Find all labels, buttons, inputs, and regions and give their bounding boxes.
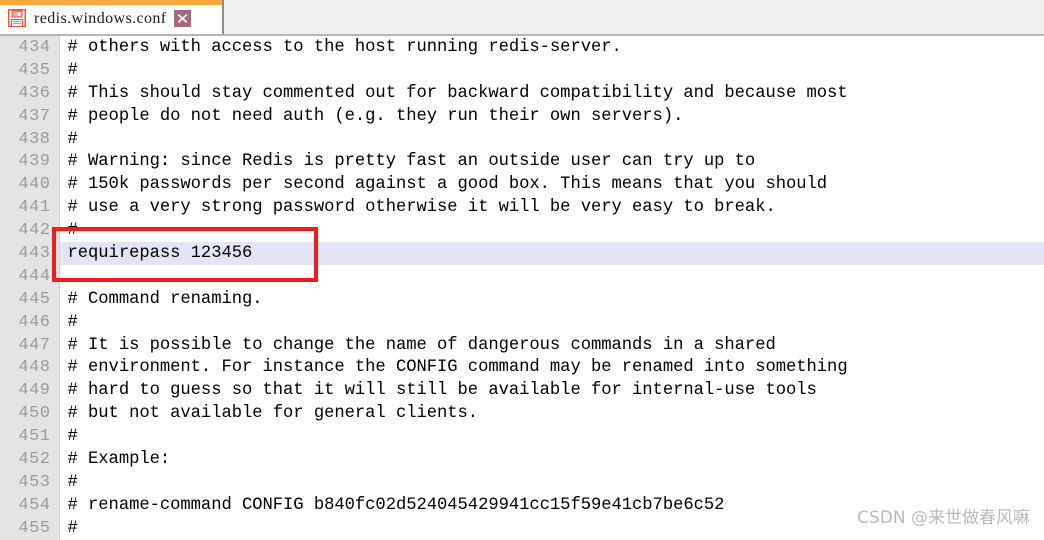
code-line-text[interactable]: # xyxy=(59,311,1044,334)
code-line-text[interactable] xyxy=(59,265,1044,288)
line-number: 443 xyxy=(0,242,60,265)
code-line-text[interactable]: # This should stay commented out for bac… xyxy=(59,82,1044,105)
code-line-text[interactable]: requirepass 123456 xyxy=(59,242,1044,265)
code-line-row[interactable]: 441 # use a very strong password otherwis… xyxy=(0,196,1044,220)
line-number: 435 xyxy=(0,58,60,82)
code-line-text[interactable]: # environment. For instance the CONFIG c… xyxy=(59,356,1044,379)
line-number: 446 xyxy=(0,310,60,334)
code-line-text[interactable]: # others with access to the host running… xyxy=(59,36,1044,59)
line-number: 441 xyxy=(0,196,60,220)
watermark: CSDN @来世做春风嘛 xyxy=(857,508,1030,528)
code-line-row[interactable]: 435 # xyxy=(0,58,1044,82)
code-line-text[interactable]: # hard to guess so that it will still be… xyxy=(59,379,1044,402)
tab-bar: redis.windows.conf xyxy=(0,0,1044,36)
code-line-row[interactable]: 449 # hard to guess so that it will still… xyxy=(0,379,1044,403)
code-line-row[interactable]: 439 # Warning: since Redis is pretty fast… xyxy=(0,150,1044,174)
code-line-row[interactable]: 448 # environment. For instance the CONFI… xyxy=(0,356,1044,380)
line-number: 453 xyxy=(0,470,60,494)
tab-redis-windows-conf[interactable]: redis.windows.conf xyxy=(0,0,224,34)
line-number: 448 xyxy=(0,356,60,380)
line-number: 439 xyxy=(0,150,60,174)
code-line-row[interactable]: 440 # 150k passwords per second against a… xyxy=(0,173,1044,197)
tab-active-indicator xyxy=(0,0,222,5)
line-number: 442 xyxy=(0,219,60,243)
code-line-row[interactable]: 446 # xyxy=(0,310,1044,334)
code-line-text[interactable]: # Warning: since Redis is pretty fast an… xyxy=(59,150,1044,173)
line-number: 434 xyxy=(0,36,60,59)
tab-bar-empty-area xyxy=(224,0,1044,34)
line-number: 449 xyxy=(0,379,60,403)
code-line-text[interactable]: # xyxy=(59,59,1044,82)
code-line-text[interactable]: # It is possible to change the name of d… xyxy=(59,334,1044,357)
code-line-row[interactable]: 451 # xyxy=(0,425,1044,449)
close-icon[interactable] xyxy=(173,10,191,27)
line-number: 451 xyxy=(0,425,60,449)
line-number: 445 xyxy=(0,287,60,311)
code-line-row[interactable]: 445 # Command renaming. xyxy=(0,287,1044,311)
code-lines-body: 434 # others with access to the host runn… xyxy=(0,36,1044,540)
code-line-text[interactable]: # but not available for general clients. xyxy=(59,402,1044,425)
line-number: 452 xyxy=(0,448,60,471)
tab-title: redis.windows.conf xyxy=(34,9,167,27)
line-number: 436 xyxy=(0,81,60,105)
code-line-text[interactable]: # xyxy=(59,128,1044,151)
code-line-row[interactable]: 447 # It is possible to change the name o… xyxy=(0,333,1044,357)
line-number: 455 xyxy=(0,516,60,540)
code-line-text[interactable]: # people do not need auth (e.g. they run… xyxy=(59,105,1044,128)
code-line-row[interactable]: 442 # xyxy=(0,219,1044,243)
code-editor[interactable]: 434 # others with access to the host runn… xyxy=(0,36,1044,540)
line-number: 447 xyxy=(0,333,60,357)
code-line-row[interactable]: 450 # but not available for general clien… xyxy=(0,402,1044,426)
code-line-row[interactable]: 438 # xyxy=(0,127,1044,151)
code-line-row[interactable]: 443 requirepass 123456 xyxy=(0,242,1044,265)
code-line-row[interactable]: 453 # xyxy=(0,470,1044,494)
code-line-text[interactable]: # Example: xyxy=(59,448,1044,471)
code-line-row[interactable]: 437 # people do not need auth (e.g. they … xyxy=(0,104,1044,128)
line-number: 450 xyxy=(0,402,60,426)
code-line-row[interactable]: 444 xyxy=(0,264,1044,288)
code-line-row[interactable]: 434 # others with access to the host runn… xyxy=(0,36,1044,59)
line-number: 444 xyxy=(0,264,60,288)
line-number: 440 xyxy=(0,173,60,197)
code-line-text[interactable]: # xyxy=(59,471,1044,494)
code-line-text[interactable]: # use a very strong password otherwise i… xyxy=(59,196,1044,219)
code-lines-table: 434 # others with access to the host runn… xyxy=(0,36,1044,540)
code-line-text[interactable]: # Command renaming. xyxy=(59,288,1044,311)
code-line-text[interactable]: # xyxy=(59,425,1044,448)
line-number: 454 xyxy=(0,493,60,517)
floppy-disk-icon xyxy=(8,9,26,27)
code-line-row[interactable]: 436 # This should stay commented out for … xyxy=(0,81,1044,105)
code-line-text[interactable]: # 150k passwords per second against a go… xyxy=(59,173,1044,196)
line-number: 438 xyxy=(0,127,60,151)
line-number: 437 xyxy=(0,104,60,128)
code-line-row[interactable]: 452 # Example: xyxy=(0,448,1044,471)
code-line-text[interactable]: # xyxy=(59,219,1044,242)
